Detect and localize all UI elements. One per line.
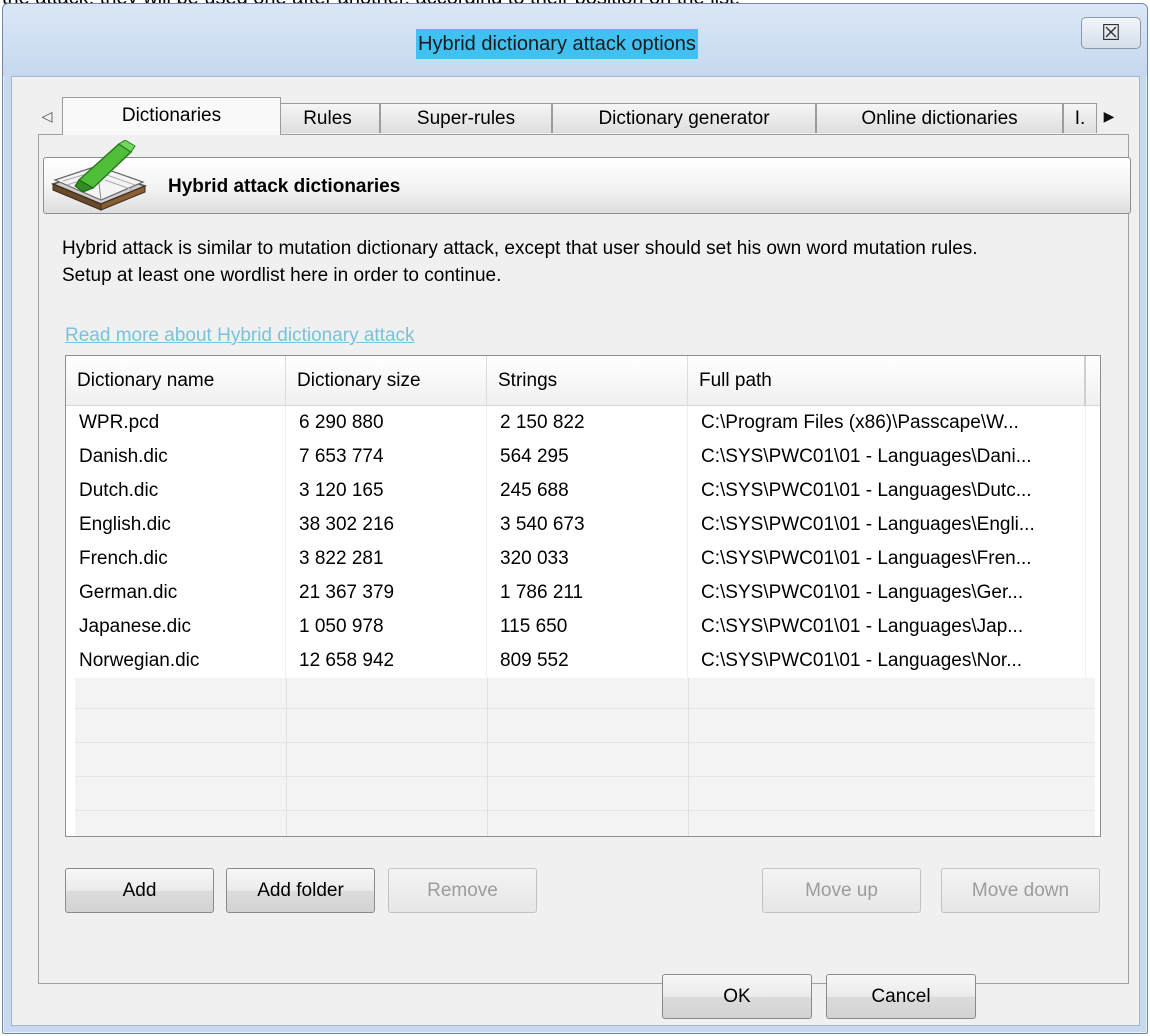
move-up-button[interactable]: Move up <box>762 868 921 913</box>
cell-strings: 320 033 <box>489 542 688 576</box>
cell-full-path: C:\SYS\PWC01\01 - Languages\Jap... <box>690 610 1086 644</box>
cell-dictionary-name: German.dic <box>68 576 286 610</box>
cell-strings: 809 552 <box>489 644 688 678</box>
table-gridline <box>286 678 287 836</box>
table-gridline <box>75 742 1095 743</box>
table-gridline <box>75 810 1095 811</box>
tab-rules[interactable]: Rules <box>275 103 380 133</box>
title-bar[interactable]: Hybrid dictionary attack options ☒ <box>3 4 1147 76</box>
ok-button[interactable]: OK <box>662 974 812 1019</box>
cell-full-path: C:\SYS\PWC01\01 - Languages\Fren... <box>690 542 1086 576</box>
tab-dictionaries[interactable]: Dictionaries <box>62 97 281 135</box>
cancel-button[interactable]: Cancel <box>826 974 976 1019</box>
cell-full-path: C:\SYS\PWC01\01 - Languages\Ger... <box>690 576 1086 610</box>
add-folder-button[interactable]: Add folder <box>226 868 375 913</box>
tab-scroll-left-icon[interactable]: ◁ <box>38 101 56 131</box>
cell-dictionary-size: 12 658 942 <box>288 644 487 678</box>
dictionaries-panel: Hybrid attack dictionaries Hybrid attack… <box>38 134 1131 984</box>
tab-more[interactable]: I. <box>1063 103 1097 133</box>
cell-dictionary-size: 1 050 978 <box>288 610 487 644</box>
table-gridline <box>75 708 1095 709</box>
description: Hybrid attack is similar to mutation dic… <box>62 235 1122 289</box>
cell-dictionary-size: 3 120 165 <box>288 474 487 508</box>
book-icon <box>50 140 148 211</box>
cell-dictionary-name: English.dic <box>68 508 286 542</box>
table-header: Dictionary name Dictionary size Strings … <box>66 356 1100 406</box>
cell-strings: 2 150 822 <box>489 406 688 440</box>
cell-full-path: C:\Program Files (x86)\Passcape\W... <box>690 406 1086 440</box>
dialog-client: ◁ Dictionaries Rules Super-rules Diction… <box>11 76 1140 1026</box>
close-button[interactable]: ☒ <box>1081 17 1141 49</box>
description-line-1: Hybrid attack is similar to mutation dic… <box>62 238 978 259</box>
cell-full-path: C:\SYS\PWC01\01 - Languages\Engli... <box>690 508 1086 542</box>
table-gridline <box>487 678 488 836</box>
table-row[interactable]: Danish.dic 7 653 774 564 295 C:\SYS\PWC0… <box>66 440 1094 474</box>
cell-dictionary-name: WPR.pcd <box>68 406 286 440</box>
window-title: Hybrid dictionary attack options <box>416 29 698 59</box>
cell-dictionary-size: 38 302 216 <box>288 508 487 542</box>
cell-dictionary-size: 7 653 774 <box>288 440 487 474</box>
tab-online-dictionaries[interactable]: Online dictionaries <box>816 103 1063 133</box>
section-header: Hybrid attack dictionaries <box>43 140 1131 214</box>
table-row[interactable]: WPR.pcd 6 290 880 2 150 822 C:\Program F… <box>66 406 1094 440</box>
table-row[interactable]: German.dic 21 367 379 1 786 211 C:\SYS\P… <box>66 576 1094 610</box>
table-row[interactable]: Norwegian.dic 12 658 942 809 552 C:\SYS\… <box>66 644 1094 678</box>
tab-scroll-right-icon[interactable]: ▶ <box>1100 101 1118 131</box>
cell-dictionary-name: French.dic <box>68 542 286 576</box>
cell-dictionary-name: Danish.dic <box>68 440 286 474</box>
table-gridline <box>688 678 689 836</box>
tab-super-rules[interactable]: Super-rules <box>380 103 552 133</box>
table-empty-area <box>75 678 1095 836</box>
table-row[interactable]: French.dic 3 822 281 320 033 C:\SYS\PWC0… <box>66 542 1094 576</box>
description-line-2: Setup at least one wordlist here in orde… <box>62 265 502 286</box>
cell-dictionary-name: Dutch.dic <box>68 474 286 508</box>
table-row[interactable]: Dutch.dic 3 120 165 245 688 C:\SYS\PWC01… <box>66 474 1094 508</box>
read-more-link[interactable]: Read more about Hybrid dictionary attack <box>65 325 415 347</box>
cell-strings: 564 295 <box>489 440 688 474</box>
cell-dictionary-size: 3 822 281 <box>288 542 487 576</box>
cell-full-path: C:\SYS\PWC01\01 - Languages\Nor... <box>690 644 1086 678</box>
cell-dictionary-size: 6 290 880 <box>288 406 487 440</box>
cell-strings: 245 688 <box>489 474 688 508</box>
column-header-strings[interactable]: Strings <box>487 356 688 406</box>
cell-full-path: C:\SYS\PWC01\01 - Languages\Dutc... <box>690 474 1086 508</box>
table-row[interactable]: English.dic 38 302 216 3 540 673 C:\SYS\… <box>66 508 1094 542</box>
cell-dictionary-name: Japanese.dic <box>68 610 286 644</box>
dialog-window: Hybrid dictionary attack options ☒ ◁ Dic… <box>2 3 1148 1034</box>
column-header-full-path[interactable]: Full path <box>688 356 1086 406</box>
dictionary-table[interactable]: Dictionary name Dictionary size Strings … <box>65 355 1101 837</box>
section-title: Hybrid attack dictionaries <box>168 176 401 197</box>
cell-strings: 3 540 673 <box>489 508 688 542</box>
move-down-button[interactable]: Move down <box>941 868 1100 913</box>
table-row[interactable]: Japanese.dic 1 050 978 115 650 C:\SYS\PW… <box>66 610 1094 644</box>
column-header-dictionary-size[interactable]: Dictionary size <box>286 356 487 406</box>
cell-strings: 1 786 211 <box>489 576 688 610</box>
column-header-dictionary-name[interactable]: Dictionary name <box>66 356 286 406</box>
table-gridline <box>75 776 1095 777</box>
cell-strings: 115 650 <box>489 610 688 644</box>
cell-full-path: C:\SYS\PWC01\01 - Languages\Dani... <box>690 440 1086 474</box>
tab-dictionary-generator[interactable]: Dictionary generator <box>552 103 816 133</box>
cell-dictionary-name: Norwegian.dic <box>68 644 286 678</box>
close-icon: ☒ <box>1101 20 1121 45</box>
add-button[interactable]: Add <box>65 868 214 913</box>
remove-button[interactable]: Remove <box>388 868 537 913</box>
cell-dictionary-size: 21 367 379 <box>288 576 487 610</box>
